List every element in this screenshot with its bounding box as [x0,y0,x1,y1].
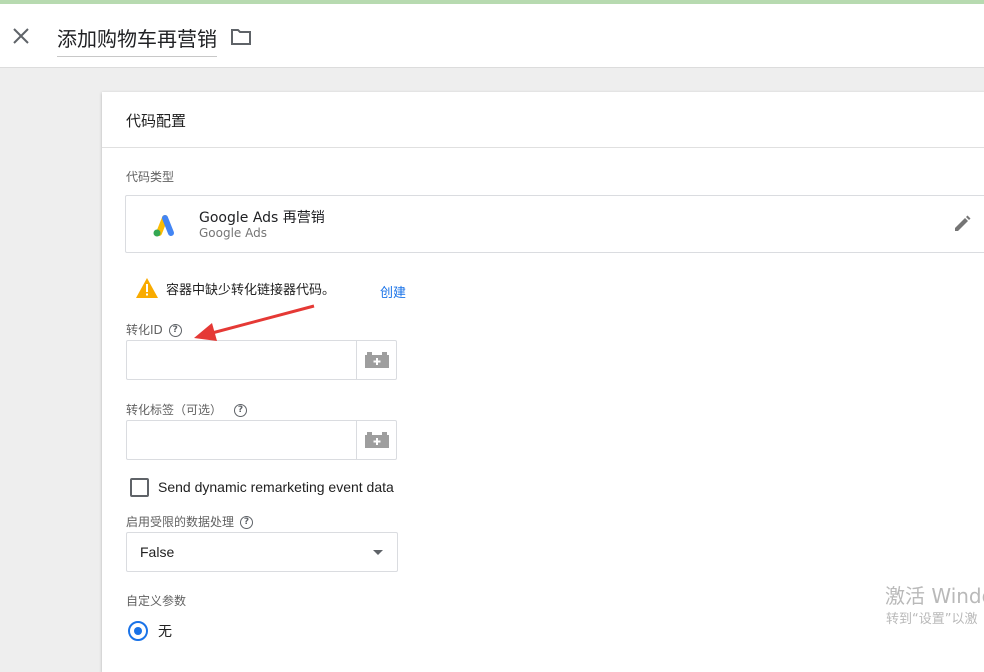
help-icon[interactable]: ? [240,516,254,529]
conversion-id-field[interactable] [126,340,397,380]
radio-selected-dot [134,627,142,635]
conversion-label-label-text: 转化标签（可选） [126,403,223,417]
caret-down-icon [373,550,383,555]
tag-type-subtitle: Google Ads [199,226,267,240]
warning-icon [136,278,158,298]
warning-message: 容器中缺少转化链接器代码。 [166,283,336,298]
help-icon[interactable]: ? [234,404,248,417]
close-icon[interactable] [10,25,32,47]
select-value: False [140,544,175,560]
dynamic-remarketing-label[interactable]: Send dynamic remarketing event data [158,479,394,495]
activation-watermark-title: 激活 Windo [885,584,984,608]
restricted-data-label-text: 启用受限的数据处理 [126,515,235,529]
variable-icon [365,432,389,448]
conversion-id-input[interactable] [127,341,363,377]
card-title: 代码配置 [126,112,187,130]
google-ads-logo-icon [153,215,174,237]
tag-type-name: Google Ads 再营销 [199,210,325,226]
annotation-arrow-icon [194,304,315,341]
dynamic-remarketing-checkbox[interactable] [130,478,149,497]
variable-picker-button[interactable] [356,421,397,459]
conversion-label-field[interactable] [126,420,397,460]
conversion-id-label-text: 转化ID [126,323,163,337]
restricted-data-label: 启用受限的数据处理? [126,513,254,530]
variable-picker-button[interactable] [356,341,397,379]
header-bar: 添加购物车再营销 [0,4,984,68]
activation-watermark-subtitle: 转到“设置”以激 [886,612,978,627]
tag-type-selector[interactable]: Google Ads 再营销 Google Ads [125,195,984,253]
pencil-icon[interactable] [952,214,972,234]
create-link[interactable]: 创建 [380,282,406,301]
tag-name-title[interactable]: 添加购物车再营销 [57,23,217,57]
custom-params-label: 自定义参数 [126,594,187,608]
divider [102,147,984,148]
conversion-label-label: 转化标签（可选）? [126,401,248,418]
tag-config-card: 代码配置 代码类型 Google Ads 再营销 Google Ads 容器中缺… [102,92,984,672]
help-icon[interactable]: ? [168,324,182,337]
folder-icon[interactable] [230,28,252,46]
custom-params-none-label[interactable]: 无 [158,621,172,641]
tag-type-label: 代码类型 [126,170,175,184]
custom-params-none-radio[interactable] [128,621,148,641]
conversion-label-input[interactable] [127,421,363,457]
variable-icon [365,352,389,368]
restricted-data-select[interactable]: False [126,532,398,572]
conversion-id-label: 转化ID? [126,321,182,338]
